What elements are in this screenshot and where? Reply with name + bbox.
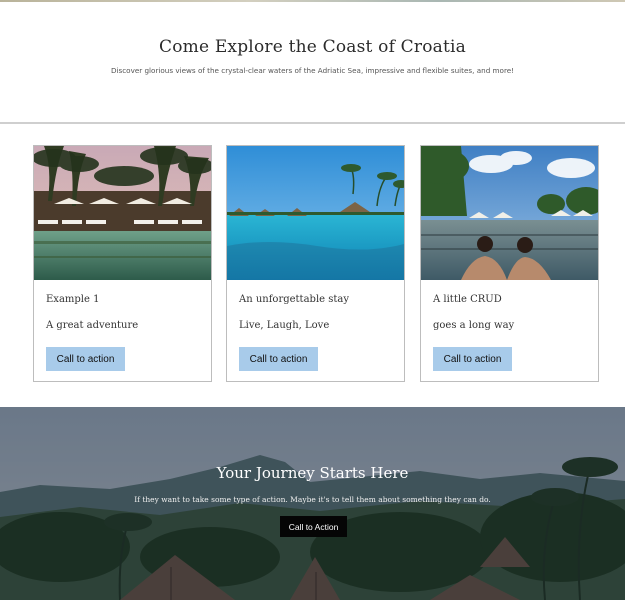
card-title: An unforgettable stay xyxy=(239,294,349,305)
banner-text: If they want to take some type of action… xyxy=(134,495,491,504)
card-title: A little CRUD xyxy=(433,294,502,305)
card-text: goes a long way xyxy=(433,320,515,331)
hero-subtitle: Discover glorious views of the crystal-c… xyxy=(110,66,515,75)
card-title: Example 1 xyxy=(46,294,100,305)
hero-section: Come Explore the Coast of Croatia Discov… xyxy=(0,2,625,122)
card-call-to-action-button[interactable]: Call to action xyxy=(239,347,318,371)
card-call-to-action-button[interactable]: Call to action xyxy=(46,347,125,371)
journey-banner: Your Journey Starts Here If they want to… xyxy=(0,407,625,600)
card-little-crud: A little CRUD goes a long way Call to ac… xyxy=(420,145,599,382)
card-example-1: Example 1 A great adventure Call to acti… xyxy=(33,145,212,382)
card-text: Live, Laugh, Love xyxy=(239,320,330,331)
card-text: A great adventure xyxy=(46,320,139,331)
turquoise-pool-image xyxy=(227,146,404,280)
infinity-pool-couple-image xyxy=(421,146,598,280)
resort-pool-palms-image xyxy=(34,146,211,280)
card-row: Example 1 A great adventure Call to acti… xyxy=(0,145,625,385)
card-unforgettable-stay: An unforgettable stay Live, Laugh, Love … xyxy=(226,145,405,382)
card-call-to-action-button[interactable]: Call to action xyxy=(433,347,512,371)
hero-divider xyxy=(0,122,625,124)
banner-call-to-action-button[interactable]: Call to Action xyxy=(280,516,347,537)
banner-title: Your Journey Starts Here xyxy=(216,464,409,482)
hero-title: Come Explore the Coast of Croatia xyxy=(159,37,466,57)
